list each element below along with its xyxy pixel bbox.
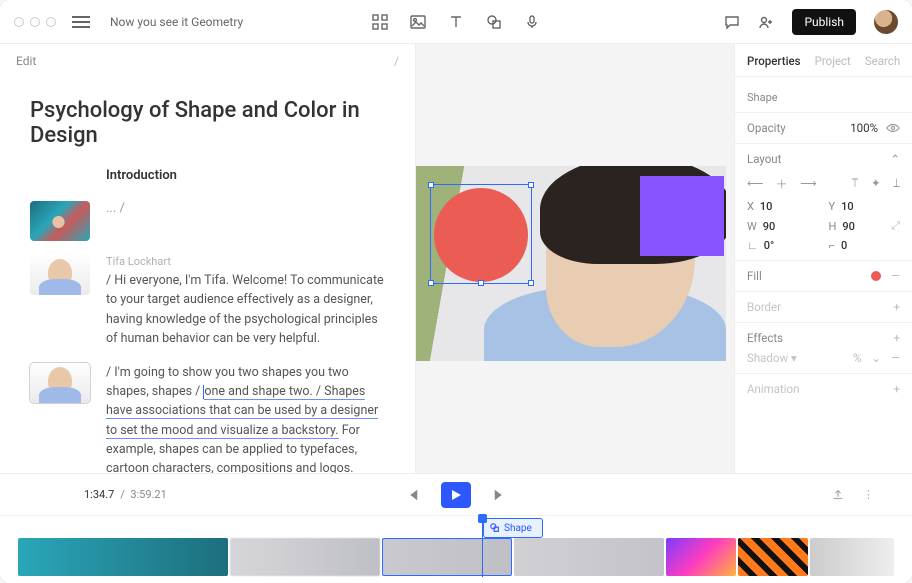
animation-label: Animation (747, 382, 799, 396)
document-title[interactable]: Now you see it Geometry (110, 15, 243, 29)
layout-label: Layout (747, 152, 781, 166)
canvas-panel (416, 44, 734, 473)
align-toolbar: ⟵ ＋ ⟶ ⟙ ✦ ⟘ (747, 172, 900, 200)
prev-frame-icon[interactable] (405, 488, 419, 502)
transcript-paragraph[interactable]: / Hi everyone, I'm Tifa. Welcome! To com… (106, 271, 385, 349)
document-area: Psychology of Shape and Color in Design … (0, 78, 415, 473)
text-icon[interactable] (448, 14, 464, 30)
fill-label: Fill (747, 269, 762, 283)
slash-indicator: / (394, 54, 399, 68)
collapse-icon[interactable]: ⌃ (890, 152, 900, 166)
time-total: 3:59.21 (130, 488, 166, 501)
next-frame-icon[interactable] (493, 488, 507, 502)
add-animation-icon[interactable]: + (893, 382, 900, 396)
h-value[interactable]: 90 (842, 220, 855, 233)
y-value[interactable]: 10 (841, 200, 854, 213)
align-top-icon[interactable]: ⟙ (852, 176, 859, 192)
tab-properties[interactable]: Properties (747, 54, 801, 68)
timeline-clip[interactable] (514, 538, 664, 576)
image-icon[interactable] (410, 14, 426, 30)
transcript-paragraph[interactable]: / I'm going to show you two shapes you t… (106, 363, 385, 474)
lock-aspect-icon[interactable]: ⤢ (891, 219, 900, 233)
edit-bar: Edit / (0, 44, 415, 78)
clip-thumbnail[interactable] (30, 255, 90, 295)
align-center-v-icon[interactable]: ✦ (871, 176, 881, 192)
remove-fill-icon[interactable]: — (891, 269, 900, 283)
timeline[interactable]: Shape To communicate to your target audi… (0, 515, 912, 583)
resize-handle[interactable] (528, 182, 534, 188)
tab-project[interactable]: Project (815, 54, 851, 68)
opacity-label: Opacity (747, 121, 786, 135)
time-current: 1:34.7 (84, 488, 114, 501)
align-bottom-icon[interactable]: ⟘ (893, 176, 900, 192)
intro-heading: Introduction (106, 168, 177, 183)
format-toolbar (372, 14, 540, 30)
effect-toggle-icon[interactable]: ⌄ (871, 351, 881, 365)
play-button[interactable] (441, 482, 471, 508)
timeline-clip[interactable] (738, 538, 808, 576)
shape-section-label: Shape (747, 85, 900, 110)
share-people-icon[interactable] (758, 14, 774, 30)
rotation-value[interactable]: 0° (764, 239, 774, 252)
resize-handle[interactable] (428, 280, 434, 286)
playhead[interactable] (482, 516, 483, 577)
shape-clip-chip[interactable]: Shape (483, 518, 543, 538)
export-icon[interactable] (831, 488, 845, 502)
speaker-name: Tifa Lockhart (106, 255, 385, 268)
effect-percent-icon[interactable]: % (853, 351, 861, 365)
corner-value[interactable]: 0 (841, 239, 847, 252)
window-traffic-lights (14, 17, 56, 27)
align-center-h-icon[interactable]: ＋ (776, 176, 788, 192)
timeline-clip[interactable] (230, 538, 380, 576)
chevron-down-icon[interactable]: ▾ (791, 351, 797, 365)
selection-box[interactable] (430, 184, 532, 284)
timeline-clip-selected[interactable] (382, 538, 512, 576)
resize-handle[interactable] (428, 182, 434, 188)
resize-handle[interactable] (478, 280, 484, 286)
resize-handle[interactable] (528, 280, 534, 286)
playback-bar: 1:34.7 / 3:59.21 ⋮ (0, 473, 912, 515)
more-icon[interactable]: ⋮ (863, 488, 876, 502)
comment-icon[interactable] (724, 14, 740, 30)
titlebar: Now you see it Geometry Publish (0, 0, 912, 44)
traffic-max[interactable] (46, 17, 56, 27)
user-avatar[interactable] (874, 10, 898, 34)
video-canvas[interactable] (416, 166, 726, 361)
edit-label[interactable]: Edit (16, 54, 36, 68)
tab-search[interactable]: Search (865, 54, 900, 68)
intro-dots: ... / (106, 201, 125, 216)
clip-thumbnail[interactable] (30, 363, 90, 403)
shadow-label[interactable]: Shadow (747, 351, 788, 365)
timeline-clip[interactable] (18, 538, 228, 576)
add-border-icon[interactable]: + (893, 300, 900, 314)
inspector-panel: Properties Project Search Shape Opacity … (734, 44, 912, 473)
effects-label: Effects (747, 331, 783, 345)
x-value[interactable]: 10 (760, 200, 773, 213)
shape-icon[interactable] (486, 14, 502, 30)
timeline-clip[interactable] (666, 538, 736, 576)
fill-color-swatch[interactable] (871, 271, 881, 281)
page-title: Psychology of Shape and Color in Design (30, 98, 385, 148)
traffic-min[interactable] (30, 17, 40, 27)
purple-square-shape[interactable] (640, 176, 724, 256)
timeline-clip[interactable] (810, 538, 894, 576)
remove-effect-icon[interactable]: — (891, 351, 900, 365)
clip-thumbnail[interactable] (30, 201, 90, 241)
align-left-icon[interactable]: ⟵ (747, 176, 764, 192)
visibility-icon[interactable] (886, 121, 900, 135)
menu-icon[interactable] (72, 16, 90, 28)
add-effect-icon[interactable]: + (893, 331, 900, 345)
traffic-close[interactable] (14, 17, 24, 27)
publish-button[interactable]: Publish (792, 9, 856, 35)
border-label: Border (747, 300, 781, 314)
opacity-value[interactable]: 100% (850, 121, 878, 135)
mic-icon[interactable] (524, 14, 540, 30)
grid-icon[interactable] (372, 14, 388, 30)
align-right-icon[interactable]: ⟶ (800, 176, 817, 192)
w-value[interactable]: 90 (763, 220, 776, 233)
